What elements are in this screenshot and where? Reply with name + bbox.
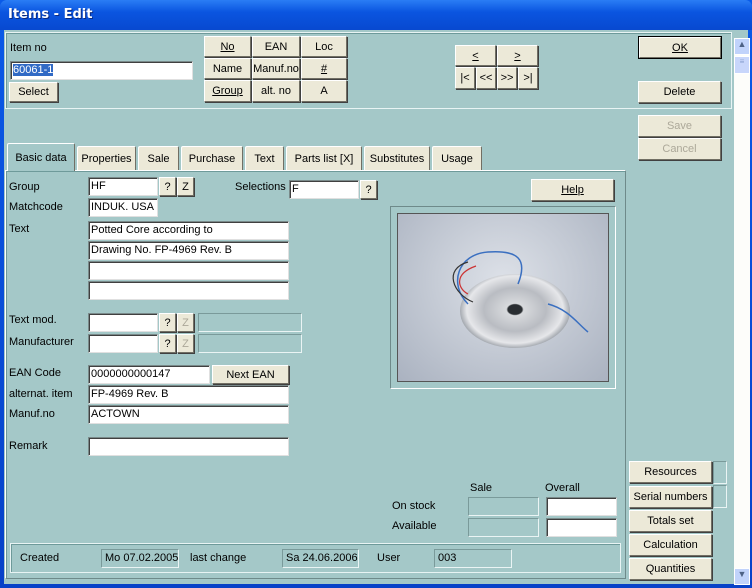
text-label: Text [9,223,30,235]
sort-hash-button[interactable]: # [301,58,347,79]
calculation-button[interactable]: Calculation [629,534,712,556]
manufacturer-lookup-button[interactable]: ? [159,334,176,353]
prev-button[interactable]: < [455,45,496,66]
save-button[interactable]: Save [638,115,721,137]
text-line-2[interactable]: Drawing No. FP-4969 Rev. B [88,241,289,260]
window-title: Items - Edit [8,7,93,22]
item-no-input[interactable]: 60061-1 [10,61,193,80]
ok-button[interactable]: OK [638,36,722,59]
text-mod-z-button[interactable]: Z [177,313,194,332]
manufacturer-input[interactable] [88,334,158,353]
selections-input[interactable]: F [289,180,359,199]
sort-a-button[interactable]: A [301,80,347,102]
sort-loc-button[interactable]: Loc [301,36,347,57]
tab-basic-data[interactable]: Basic data [7,143,75,171]
tab-usage[interactable]: Usage [432,146,482,170]
last-change-label: last change [190,552,247,564]
alt-item-label: alternat. item [9,388,73,400]
sort-altno-button[interactable]: alt. no [252,80,300,102]
text-mod-input[interactable] [88,313,158,332]
group-label: Group [9,181,40,193]
available-overall[interactable] [546,518,617,537]
matchcode-label: Matchcode [9,201,63,213]
on-stock-sale [468,497,539,516]
user-label: User [377,552,401,564]
next-ean-button[interactable]: Next EAN [212,365,289,384]
manufacturer-z-button[interactable]: Z [177,334,194,353]
text-line-1[interactable]: Potted Core according to [88,221,289,240]
matchcode-input[interactable]: INDUK. USA [88,198,158,217]
resources-button[interactable]: Resources [629,461,712,483]
title-bar[interactable]: Items - Edit [0,0,752,30]
text-line-3[interactable] [88,261,289,280]
remark-label: Remark [9,440,48,452]
tab-properties[interactable]: Properties [77,146,136,170]
manuf-no-input[interactable]: ACTOWN [88,405,289,424]
tab-parts-list[interactable]: Parts list [X] [286,146,362,170]
selections-label: Selections [235,181,286,193]
help-button[interactable]: Help [531,179,614,201]
next-button[interactable]: > [497,45,538,66]
manufacturer-label: Manufacturer [9,336,74,348]
serial-numbers-button[interactable]: Serial numbers [629,486,712,508]
sort-ean-button[interactable]: EAN [252,36,300,57]
cancel-button[interactable]: Cancel [638,138,721,160]
tab-purchase[interactable]: Purchase [181,146,243,170]
serial-numbers-indicator [713,485,727,508]
scroll-thumb[interactable]: ≡ [734,56,750,74]
totals-set-button[interactable]: Totals set [629,510,712,532]
alt-item-input[interactable]: FP-4969 Rev. B [88,385,289,404]
scroll-down-icon[interactable]: ▼ [734,568,750,585]
item-image-frame [390,206,616,389]
scrollbar[interactable]: ▲ ≡ ▼ [734,38,750,585]
text-line-4[interactable] [88,281,289,300]
last-change-value: Sa 24.06.2006 [282,549,359,568]
overall-header: Overall [545,482,580,494]
remark-input[interactable] [88,437,289,456]
user-value: 003 [434,549,512,568]
first-button[interactable]: |< [455,67,475,89]
scroll-up-icon[interactable]: ▲ [734,38,750,55]
ean-input[interactable]: 0000000000147 [88,365,210,384]
created-label: Created [20,552,60,564]
available-sale [468,518,539,537]
on-stock-label: On stock [392,500,436,512]
select-button[interactable]: Select [9,82,58,102]
group-input[interactable]: HF [88,177,158,196]
text-mod-lookup-button[interactable]: ? [159,313,176,332]
quantities-button[interactable]: Quantities [629,558,712,580]
tab-sale[interactable]: Sale [138,146,179,170]
group-lookup-button[interactable]: ? [159,177,176,196]
sale-header: Sale [470,482,493,494]
back-button[interactable]: << [476,67,496,89]
manufacturer-description [198,334,302,353]
ean-label: EAN Code [9,367,61,379]
text-mod-label: Text mod. [9,314,57,326]
group-z-button[interactable]: Z [177,177,194,196]
sort-group-button[interactable]: Group [204,80,251,102]
sort-name-button[interactable]: Name [204,58,251,79]
delete-button[interactable]: Delete [638,81,721,103]
wires-image [452,250,589,333]
sort-manufno-button[interactable]: Manuf.no [252,58,300,79]
text-mod-description [198,313,302,332]
selections-lookup-button[interactable]: ? [360,180,377,199]
on-stock-overall[interactable] [546,497,617,516]
tab-substitutes[interactable]: Substitutes [364,146,430,170]
available-label: Available [392,520,437,532]
item-no-label: Item no [10,42,47,54]
tab-text[interactable]: Text [245,146,284,170]
item-photo [397,213,609,382]
resources-indicator [713,461,727,484]
sort-no-button[interactable]: No [204,36,251,57]
manuf-no-label: Manuf.no [9,408,55,420]
created-value: Mo 07.02.2005 [101,549,179,568]
forward-button[interactable]: >> [497,67,517,89]
last-button[interactable]: >| [518,67,538,89]
